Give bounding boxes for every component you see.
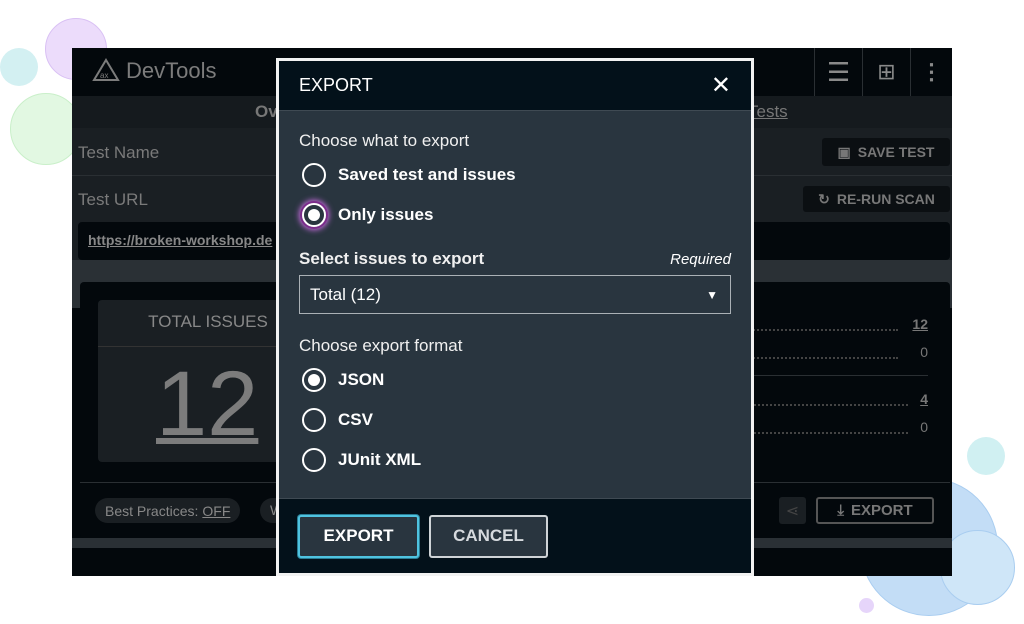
save-test-label: SAVE TEST (857, 144, 935, 160)
decor-circle (967, 437, 1005, 475)
test-name-label: Test Name (78, 143, 160, 162)
radio-csv[interactable]: CSV (302, 400, 731, 440)
more-vertical-icon: ⋮ (920, 59, 943, 84)
export-format-label: Choose export format (299, 336, 463, 355)
export-what-label: Choose what to export (299, 131, 470, 150)
dialog-header: EXPORT ✕ (279, 61, 751, 111)
best-practices-toggle[interactable]: Best Practices: OFF (95, 498, 241, 523)
radio-label: JUnit XML (338, 450, 422, 469)
issue-count-link[interactable]: 4 (898, 391, 928, 407)
list-view-button[interactable]: ☰ (814, 48, 862, 96)
more-menu-button[interactable]: ⋮ (910, 48, 952, 96)
radio-circle (302, 408, 326, 432)
list-icon: ☰ (826, 56, 851, 87)
issue-count: 0 (920, 419, 928, 435)
issues-select[interactable]: Total (12) ▼ (299, 275, 731, 314)
app-title: DevTools (126, 58, 217, 83)
rerun-scan-button[interactable]: ↻ RE-RUN SCAN (803, 186, 950, 212)
app-logo: ax DevTools (92, 58, 216, 84)
best-practices-label: Best Practices: (105, 502, 199, 519)
radio-junit-xml[interactable]: JUnit XML (302, 440, 731, 480)
export-button[interactable]: ⤓ EXPORT (816, 497, 934, 524)
radio-label: Only issues (338, 205, 434, 224)
rerun-scan-label: RE-RUN SCAN (836, 191, 935, 207)
issue-count-link[interactable]: 12 (898, 316, 928, 332)
total-issues-value[interactable]: 12 (156, 352, 258, 457)
radio-label: JSON (338, 370, 385, 389)
add-copy-icon: ⊞ (877, 59, 896, 84)
radio-circle (302, 448, 326, 472)
axe-logo-icon: ax (92, 58, 120, 81)
select-issues-label: Select issues to export (299, 249, 485, 268)
save-icon: ▣ (837, 143, 851, 160)
refresh-icon: ↻ (818, 190, 830, 207)
dialog-export-button[interactable]: EXPORT (298, 514, 419, 558)
save-test-button[interactable]: ▣ SAVE TEST (822, 138, 950, 166)
tab-overview[interactable]: Ov (255, 102, 278, 122)
test-url-link[interactable]: https://broken-workshop.de (88, 232, 272, 248)
total-issues-label: TOTAL ISSUES (148, 312, 268, 331)
best-practices-value: OFF (202, 502, 231, 519)
radio-circle (302, 203, 326, 227)
radio-circle (302, 163, 326, 187)
dialog-footer: EXPORT CANCEL (279, 498, 751, 573)
download-icon: ⤓ (837, 502, 844, 519)
required-indicator: Required (670, 251, 731, 268)
radio-json[interactable]: JSON (302, 360, 731, 400)
close-icon[interactable]: ✕ (711, 71, 731, 100)
dialog-title: EXPORT (299, 75, 373, 95)
radio-label: CSV (338, 410, 373, 429)
total-issues-card: TOTAL ISSUES 12 (98, 300, 298, 462)
radio-only-issues[interactable]: Only issues (302, 195, 731, 235)
dialog-cancel-button[interactable]: CANCEL (429, 514, 548, 558)
export-dialog: EXPORT ✕ Choose what to export Saved tes… (276, 58, 754, 576)
svg-text:ax: ax (100, 71, 108, 80)
radio-saved-test-and-issues[interactable]: Saved test and issues (302, 155, 731, 195)
caret-down-icon: ▼ (706, 287, 718, 302)
decor-circle (0, 48, 38, 86)
issues-select-value: Total (12) (310, 284, 381, 304)
issue-count: 0 (920, 344, 928, 360)
share-button[interactable]: ⋖ (779, 497, 806, 524)
radio-circle (302, 368, 326, 392)
test-url-label: Test URL (78, 190, 148, 209)
decor-circle (859, 598, 874, 613)
radio-label: Saved test and issues (338, 165, 516, 184)
share-icon: ⋖ (785, 502, 800, 520)
new-test-button[interactable]: ⊞ (862, 48, 910, 96)
export-label: EXPORT (850, 502, 913, 519)
